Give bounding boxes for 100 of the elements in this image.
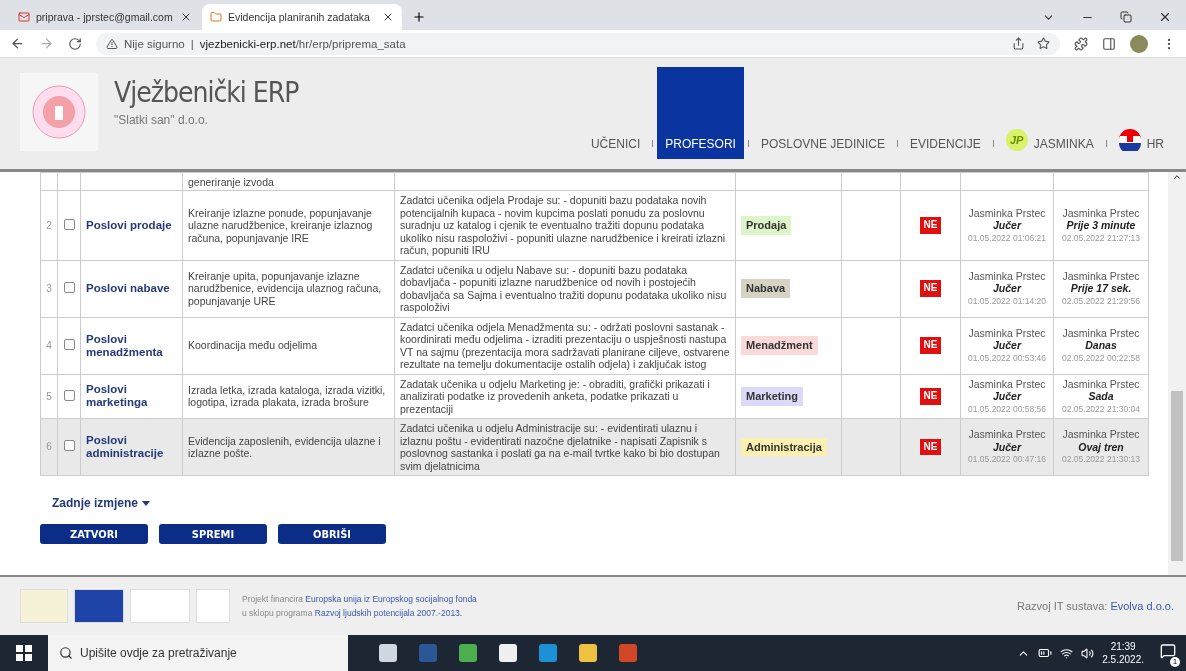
status-badge: NE bbox=[919, 217, 942, 234]
timestamp: 02.05.2022 00:22:58 bbox=[1061, 351, 1141, 365]
author-name: Jasminka Prstec bbox=[1061, 269, 1141, 283]
row-number: 5 bbox=[46, 390, 52, 402]
extensions-icon[interactable] bbox=[1074, 36, 1088, 51]
description-text: Evidencija zaposlenih, evidencija ulazne i izlazne pošte. bbox=[188, 434, 382, 460]
notification-icon[interactable] bbox=[1160, 643, 1176, 659]
credit-text: Razvoj IT sustava: Evolva d.o.o. bbox=[1017, 600, 1174, 612]
funding-text: u sklopu programa Razvoj ljudskih potencijala 2007.-2013. bbox=[242, 608, 464, 618]
status-badge: NE bbox=[919, 388, 942, 405]
search-field[interactable]: Upišite ovdje za pretraživanje bbox=[48, 635, 348, 671]
tasks-text: Zadatci učenika odjela Prodaje su: - dopuniti bazu podataka novih potencijalnih kupaca - novim kupcima poslati ponudu za poslovnu suradnju uz katalog i cjenik te eventualno tražiti dopunu podataka ukoliko nisu raspoloživi - popuniti ulazne narudžbenice i kreirati izlazni račun, popuniti IRU bbox=[400, 194, 727, 257]
nav-link[interactable]: UČENICI bbox=[582, 131, 649, 159]
nav-link[interactable]: POSLOVNE JEDINICE bbox=[752, 131, 893, 159]
credit-link[interactable]: Evolva d.o.o. bbox=[1110, 600, 1174, 612]
author-name: Jasminka Prstec bbox=[1061, 428, 1141, 441]
department-tag: Menadžment bbox=[741, 336, 818, 355]
relative-time: Ovaj tren bbox=[1077, 440, 1125, 454]
close-icon[interactable] bbox=[180, 11, 192, 23]
windows-icon bbox=[16, 645, 32, 661]
action-button[interactable]: SPREMI bbox=[159, 524, 267, 544]
relative-time: Prije 3 minute bbox=[1065, 219, 1137, 232]
battery-icon[interactable] bbox=[1038, 646, 1053, 660]
row-number: 4 bbox=[46, 339, 52, 351]
status-badge: NE bbox=[919, 337, 942, 354]
wifi-icon[interactable] bbox=[1060, 646, 1074, 660]
side-panel-icon[interactable] bbox=[1102, 36, 1116, 51]
timestamp: 02.05.2022 21:30:04 bbox=[1061, 402, 1141, 415]
department-tag: Marketing bbox=[741, 387, 803, 406]
checkbox[interactable] bbox=[63, 440, 75, 452]
table-cell-text: generiranje izvoda bbox=[188, 175, 275, 188]
close-icon[interactable] bbox=[382, 11, 394, 23]
checkbox[interactable] bbox=[63, 218, 75, 230]
scrollbar[interactable] bbox=[1168, 172, 1186, 575]
table-row[interactable] bbox=[40, 317, 1149, 374]
relative-time: Jučer bbox=[992, 440, 1023, 454]
nav-link[interactable]: JP JASMINKA bbox=[997, 131, 1102, 159]
mail-icon bbox=[18, 11, 30, 23]
address-field[interactable]: Nije sigurno | vjezbenicki-erp.net/hr/erp/priprema_sata bbox=[96, 32, 1060, 55]
checkbox[interactable] bbox=[63, 281, 75, 293]
action-button[interactable]: OBRIŠI bbox=[278, 524, 386, 544]
search-icon bbox=[59, 646, 73, 660]
action-button[interactable]: ZATVORI bbox=[40, 524, 148, 544]
company-name: "Slatki san" d.o.o. bbox=[114, 113, 209, 127]
table-row[interactable] bbox=[40, 260, 1149, 317]
new-tab-icon[interactable] bbox=[412, 10, 426, 24]
department-tag: Nabava bbox=[741, 279, 791, 298]
caret-icon bbox=[142, 500, 151, 506]
tasks-text: Zadatci učenika u odjelu Nabave su: - dopuniti bazu podataka dobavljača - popuniti izlazne narudžbenice od novih i postojećih dobavljača sa Sajma i eventualno tražiti dopunu podataka ukoliko nisu raspoloživi bbox=[400, 263, 728, 314]
timestamp: 01.05.2022 01:14:20 bbox=[967, 294, 1047, 308]
author-name: Jasminka Prstec bbox=[967, 206, 1047, 219]
reload-icon[interactable] bbox=[68, 36, 82, 51]
department-tag: Administracija bbox=[741, 437, 827, 457]
tasks-text: Zadatak učenika u odjelu Marketing je: - obraditi, grafički prikazati i analizirati podatke iz provedenih anketa, podatke prikazati u prezentaciji bbox=[400, 377, 711, 415]
timestamp: 02.05.2022 21:29:56 bbox=[1061, 294, 1141, 308]
browser-tab[interactable]: priprava - jprstec@gmail.com bbox=[10, 4, 200, 30]
checkbox[interactable] bbox=[63, 389, 75, 401]
task-name-link[interactable]: Poslovi prodaje bbox=[86, 218, 177, 232]
relative-time: Prije 17 sek. bbox=[1069, 282, 1133, 295]
description-text: Izrada letka, izrada kataloga, izrada vizitki, logotipa, izrada plakata, izrada brošure bbox=[188, 383, 387, 409]
author-name: Jasminka Prstec bbox=[1061, 326, 1141, 340]
browser-tab[interactable]: Evidencija planiranih zadataka bbox=[202, 4, 402, 30]
timestamp: 02.05.2022 21:27:13 bbox=[1061, 231, 1141, 244]
nav-link[interactable]: HR bbox=[1110, 131, 1172, 159]
author-name: Jasminka Prstec bbox=[967, 269, 1047, 283]
funding-link[interactable]: Europska unija iz Europskog socijalnog fonda bbox=[305, 594, 477, 604]
star-icon[interactable] bbox=[1037, 37, 1050, 50]
author-name: Jasminka Prstec bbox=[967, 377, 1047, 390]
nav-link[interactable]: PROFESORI bbox=[657, 67, 744, 159]
clock-time: 21:39 bbox=[1110, 640, 1136, 653]
timestamp: 01.05.2022 00:53:46 bbox=[967, 351, 1047, 365]
avatar-icon: JP bbox=[1005, 129, 1028, 151]
funding-link[interactable]: Razvoj ljudskih potencijala 2007.-2013. bbox=[314, 608, 463, 618]
recent-changes-link[interactable]: Zadnje izmjene bbox=[52, 496, 151, 510]
security-label: Nije sigurno bbox=[124, 37, 185, 50]
nav-link[interactable]: EVIDENCIJE bbox=[901, 131, 989, 159]
scroll-up-icon[interactable] bbox=[1172, 172, 1182, 182]
department-tag: Prodaja bbox=[741, 216, 792, 235]
row-number: 6 bbox=[46, 441, 52, 453]
profile-avatar-icon[interactable] bbox=[1130, 34, 1148, 53]
timestamp: 02.05.2022 21:30:13 bbox=[1061, 453, 1141, 466]
timestamp: 01.05.2022 01:06:21 bbox=[967, 231, 1047, 244]
description-text: Kreiranje izlazne ponude, popunjavanje ulazne narudžbenice, kreiranje izlaznog računa, popunjavanje IRE bbox=[188, 206, 374, 244]
table-row[interactable] bbox=[40, 418, 1149, 476]
restore-icon[interactable] bbox=[1120, 11, 1132, 23]
share-icon[interactable] bbox=[1012, 37, 1025, 50]
relative-time: Jučer bbox=[992, 390, 1023, 403]
separator-text: | bbox=[190, 37, 194, 50]
table-row[interactable] bbox=[40, 190, 1149, 260]
tasks-text: Zadatci učenika u odjelu Administracije su: - evidentirati ulaznu i izlaznu poštu - evidentirati nazočne djelatnike - napisati Zapisnik s poslovnog sastanka i poslati ga na e-mail tvrtke kako bi bio dostupan svim djelatnicima bbox=[400, 422, 721, 472]
description-text: Koordinacija među odjelima bbox=[188, 339, 318, 352]
timestamp: 01.05.2022 00:58:56 bbox=[967, 402, 1047, 415]
close-icon[interactable] bbox=[1158, 10, 1172, 24]
checkbox[interactable] bbox=[63, 338, 75, 350]
status-badge: NE bbox=[919, 438, 942, 456]
volume-icon[interactable] bbox=[1081, 646, 1095, 660]
back-icon[interactable] bbox=[10, 36, 25, 51]
table-row[interactable] bbox=[40, 374, 1149, 419]
notification-count: 1 bbox=[1170, 657, 1180, 667]
timestamp: 01.05.2022 00:47:16 bbox=[967, 453, 1047, 466]
